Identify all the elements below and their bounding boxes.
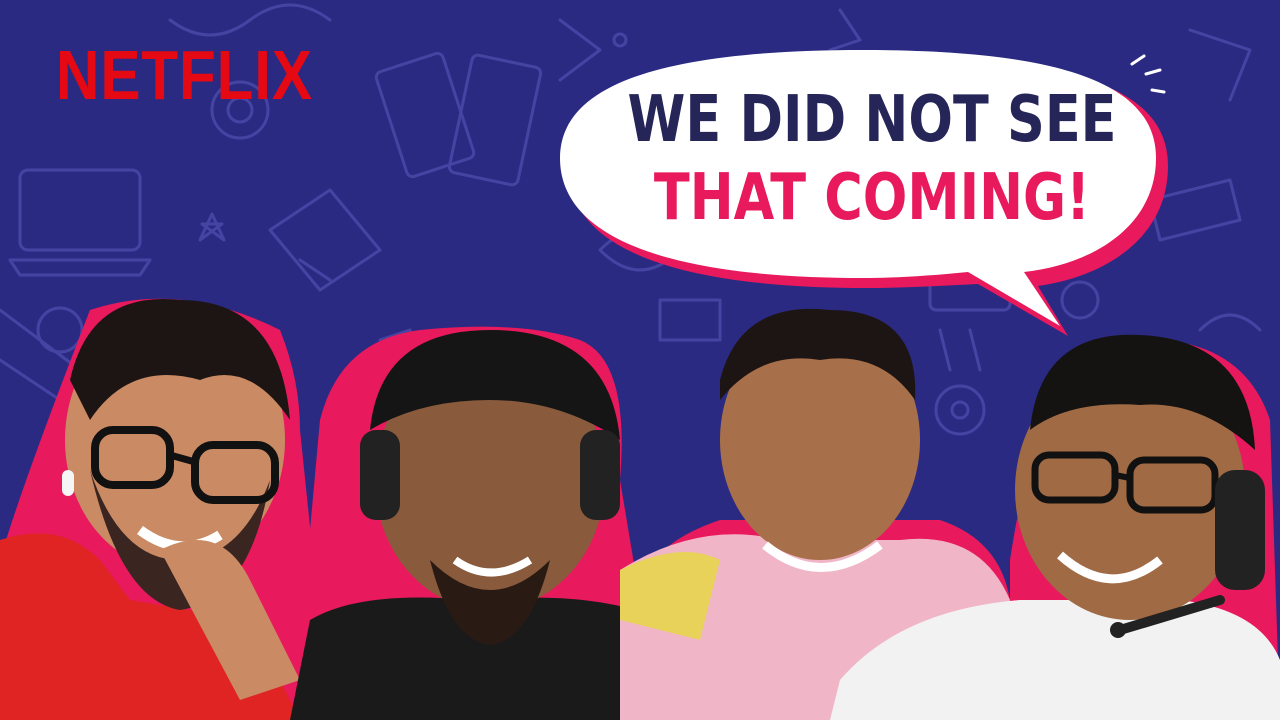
people-illustration	[0, 298, 1280, 720]
person-1	[0, 298, 330, 720]
